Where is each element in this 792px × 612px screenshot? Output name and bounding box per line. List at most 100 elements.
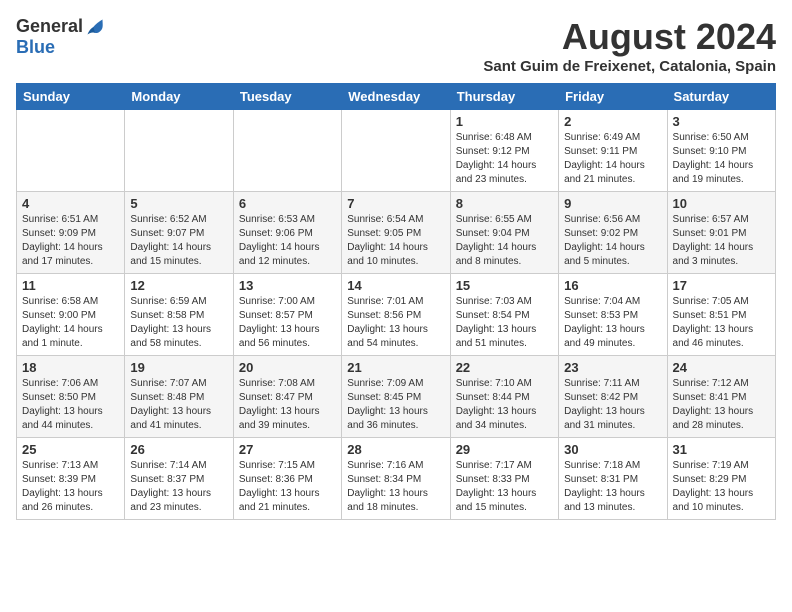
table-cell: 7 Sunrise: 6:54 AM Sunset: 9:05 PM Daylig…	[342, 192, 450, 274]
day-info: Sunrise: 7:16 AM Sunset: 8:34 PM Dayligh…	[347, 459, 444, 515]
table-cell: 3 Sunrise: 6:50 AM Sunset: 9:10 PM Daylig…	[667, 110, 775, 192]
day-info: Sunrise: 7:15 AM Sunset: 8:36 PM Dayligh…	[239, 459, 336, 515]
calendar-week-1: 1Sunrise: 6:48 AM Sunset: 9:12 PM Daylig…	[17, 110, 776, 192]
day-number: 26	[130, 442, 227, 457]
day-number: 9	[564, 196, 661, 211]
day-info: Sunrise: 7:03 AM Sunset: 8:54 PM Dayligh…	[456, 295, 553, 351]
header-tuesday: Tuesday	[233, 84, 341, 110]
calendar-week-4: 18Sunrise: 7:06 AM Sunset: 8:50 PM Dayli…	[17, 356, 776, 438]
day-number: 16	[564, 278, 661, 293]
table-cell: 31 Sunrise: 7:19 AM Sunset: 8:29 PM Dayli…	[667, 438, 775, 520]
table-cell	[17, 110, 125, 192]
table-cell: 30 Sunrise: 7:18 AM Sunset: 8:31 PM Dayli…	[559, 438, 667, 520]
table-cell: 18Sunrise: 7:06 AM Sunset: 8:50 PM Dayli…	[17, 356, 125, 438]
table-cell: 21Sunrise: 7:09 AM Sunset: 8:45 PM Dayli…	[342, 356, 450, 438]
table-cell: 8 Sunrise: 6:55 AM Sunset: 9:04 PM Daylig…	[450, 192, 558, 274]
day-number: 20	[239, 360, 336, 375]
table-cell: 11 Sunrise: 6:58 AM Sunset: 9:00 PM Dayli…	[17, 274, 125, 356]
header-saturday: Saturday	[667, 84, 775, 110]
day-info: Sunrise: 7:08 AM Sunset: 8:47 PM Dayligh…	[239, 377, 336, 433]
day-number: 14	[347, 278, 444, 293]
day-number: 6	[239, 196, 336, 211]
day-number: 30	[564, 442, 661, 457]
day-number: 3	[673, 114, 770, 129]
header: General Blue August 2024 Sant Guim de Fr…	[16, 16, 776, 75]
day-info: Sunrise: 7:04 AM Sunset: 8:53 PM Dayligh…	[564, 295, 661, 351]
table-cell: 15 Sunrise: 7:03 AM Sunset: 8:54 PM Dayli…	[450, 274, 558, 356]
day-number: 7	[347, 196, 444, 211]
day-number: 8	[456, 196, 553, 211]
day-number: 12	[130, 278, 227, 293]
day-info: Sunrise: 7:01 AM Sunset: 8:56 PM Dayligh…	[347, 295, 444, 351]
subtitle: Sant Guim de Freixenet, Catalonia, Spain	[483, 58, 776, 75]
header-sunday: Sunday	[17, 84, 125, 110]
table-cell: 4 Sunrise: 6:51 AM Sunset: 9:09 PM Daylig…	[17, 192, 125, 274]
day-info: Sunrise: 7:18 AM Sunset: 8:31 PM Dayligh…	[564, 459, 661, 515]
day-number: 27	[239, 442, 336, 457]
table-cell: 26 Sunrise: 7:14 AM Sunset: 8:37 PM Dayli…	[125, 438, 233, 520]
day-number: 31	[673, 442, 770, 457]
day-info: Sunrise: 7:00 AM Sunset: 8:57 PM Dayligh…	[239, 295, 336, 351]
day-info: Sunrise: 6:51 AM Sunset: 9:09 PM Dayligh…	[22, 213, 119, 269]
day-info: Sunrise: 6:59 AM Sunset: 8:58 PM Dayligh…	[130, 295, 227, 351]
day-number: 5	[130, 196, 227, 211]
day-info: Sunrise: 6:55 AM Sunset: 9:04 PM Dayligh…	[456, 213, 553, 269]
table-cell: 2Sunrise: 6:49 AM Sunset: 9:11 PM Daylig…	[559, 110, 667, 192]
calendar-header-row: Sunday Monday Tuesday Wednesday Thursday…	[17, 84, 776, 110]
table-cell: 19Sunrise: 7:07 AM Sunset: 8:48 PM Dayli…	[125, 356, 233, 438]
main-title: August 2024	[483, 16, 776, 58]
day-info: Sunrise: 6:50 AM Sunset: 9:10 PM Dayligh…	[673, 131, 770, 187]
table-cell: 10 Sunrise: 6:57 AM Sunset: 9:01 PM Dayli…	[667, 192, 775, 274]
table-cell: 1Sunrise: 6:48 AM Sunset: 9:12 PM Daylig…	[450, 110, 558, 192]
day-number: 10	[673, 196, 770, 211]
table-cell: 22Sunrise: 7:10 AM Sunset: 8:44 PM Dayli…	[450, 356, 558, 438]
day-info: Sunrise: 6:56 AM Sunset: 9:02 PM Dayligh…	[564, 213, 661, 269]
logo: General Blue	[16, 16, 105, 58]
day-info: Sunrise: 7:10 AM Sunset: 8:44 PM Dayligh…	[456, 377, 553, 433]
table-cell: 12 Sunrise: 6:59 AM Sunset: 8:58 PM Dayli…	[125, 274, 233, 356]
day-number: 17	[673, 278, 770, 293]
calendar-week-2: 4 Sunrise: 6:51 AM Sunset: 9:09 PM Daylig…	[17, 192, 776, 274]
header-wednesday: Wednesday	[342, 84, 450, 110]
table-cell: 9 Sunrise: 6:56 AM Sunset: 9:02 PM Daylig…	[559, 192, 667, 274]
calendar-week-3: 11 Sunrise: 6:58 AM Sunset: 9:00 PM Dayli…	[17, 274, 776, 356]
day-info: Sunrise: 7:12 AM Sunset: 8:41 PM Dayligh…	[673, 377, 770, 433]
day-number: 24	[673, 360, 770, 375]
calendar-table: Sunday Monday Tuesday Wednesday Thursday…	[16, 83, 776, 520]
table-cell: 24 Sunrise: 7:12 AM Sunset: 8:41 PM Dayli…	[667, 356, 775, 438]
day-number: 15	[456, 278, 553, 293]
table-cell: 28 Sunrise: 7:16 AM Sunset: 8:34 PM Dayli…	[342, 438, 450, 520]
day-info: Sunrise: 7:17 AM Sunset: 8:33 PM Dayligh…	[456, 459, 553, 515]
day-number: 19	[130, 360, 227, 375]
table-cell: 6 Sunrise: 6:53 AM Sunset: 9:06 PM Daylig…	[233, 192, 341, 274]
table-cell: 13Sunrise: 7:00 AM Sunset: 8:57 PM Dayli…	[233, 274, 341, 356]
table-cell: 14 Sunrise: 7:01 AM Sunset: 8:56 PM Dayli…	[342, 274, 450, 356]
day-info: Sunrise: 7:14 AM Sunset: 8:37 PM Dayligh…	[130, 459, 227, 515]
header-monday: Monday	[125, 84, 233, 110]
logo-bird-icon	[85, 17, 105, 37]
day-number: 4	[22, 196, 119, 211]
day-info: Sunrise: 7:19 AM Sunset: 8:29 PM Dayligh…	[673, 459, 770, 515]
day-info: Sunrise: 7:09 AM Sunset: 8:45 PM Dayligh…	[347, 377, 444, 433]
day-number: 11	[22, 278, 119, 293]
day-info: Sunrise: 7:13 AM Sunset: 8:39 PM Dayligh…	[22, 459, 119, 515]
day-info: Sunrise: 6:58 AM Sunset: 9:00 PM Dayligh…	[22, 295, 119, 351]
day-info: Sunrise: 6:57 AM Sunset: 9:01 PM Dayligh…	[673, 213, 770, 269]
day-info: Sunrise: 6:52 AM Sunset: 9:07 PM Dayligh…	[130, 213, 227, 269]
day-info: Sunrise: 7:05 AM Sunset: 8:51 PM Dayligh…	[673, 295, 770, 351]
day-number: 18	[22, 360, 119, 375]
table-cell: 27 Sunrise: 7:15 AM Sunset: 8:36 PM Dayli…	[233, 438, 341, 520]
day-number: 23	[564, 360, 661, 375]
table-cell: 17 Sunrise: 7:05 AM Sunset: 8:51 PM Dayli…	[667, 274, 775, 356]
day-info: Sunrise: 6:53 AM Sunset: 9:06 PM Dayligh…	[239, 213, 336, 269]
day-info: Sunrise: 6:54 AM Sunset: 9:05 PM Dayligh…	[347, 213, 444, 269]
table-cell	[233, 110, 341, 192]
header-friday: Friday	[559, 84, 667, 110]
table-cell: 16 Sunrise: 7:04 AM Sunset: 8:53 PM Dayli…	[559, 274, 667, 356]
page-container: General Blue August 2024 Sant Guim de Fr…	[16, 16, 776, 520]
table-cell: 29Sunrise: 7:17 AM Sunset: 8:33 PM Dayli…	[450, 438, 558, 520]
table-cell	[342, 110, 450, 192]
table-cell: 5 Sunrise: 6:52 AM Sunset: 9:07 PM Daylig…	[125, 192, 233, 274]
day-number: 28	[347, 442, 444, 457]
day-info: Sunrise: 6:49 AM Sunset: 9:11 PM Dayligh…	[564, 131, 661, 187]
